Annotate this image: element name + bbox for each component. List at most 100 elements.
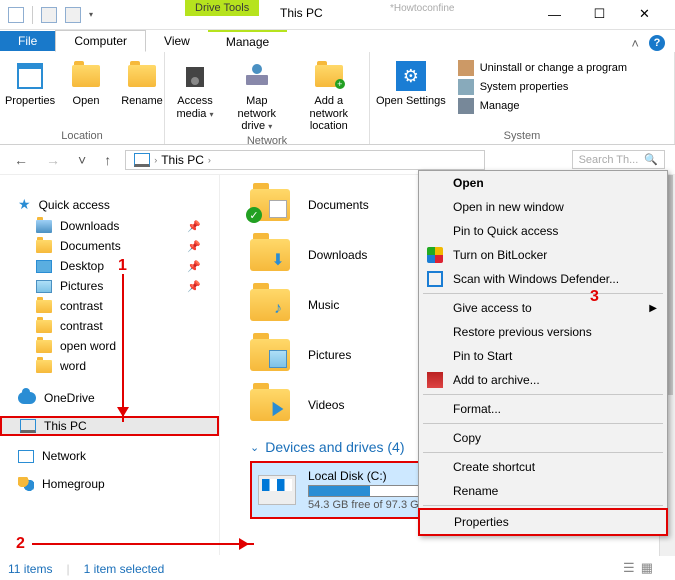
chevron-right-icon: ▶ [649,303,657,314]
manage-icon [458,98,474,114]
nav-onedrive[interactable]: OneDrive [18,388,219,408]
close-button[interactable]: ✕ [622,0,667,28]
ctx-label: Add to archive... [453,373,540,387]
ctx-restore[interactable]: Restore previous versions [419,320,667,344]
add-location-button[interactable]: + Add a network location [295,56,363,133]
ctx-label: Copy [453,431,481,445]
group-network-label: Network [171,133,363,147]
system-list: Uninstall or change a program System pro… [454,56,631,128]
ctx-give-access[interactable]: Give access to▶ [419,296,667,320]
add-location-label: Add a network location [295,95,363,133]
system-properties-button[interactable]: System properties [458,79,627,95]
network-icon [18,450,34,463]
homegroup-icon [18,477,34,491]
chevron-right-icon: › [208,155,211,165]
nav-history-button[interactable]: ˅ [74,152,90,168]
breadcrumb[interactable]: › This PC › [125,150,485,170]
ctx-pin-start[interactable]: Pin to Start [419,344,667,368]
tab-computer[interactable]: Computer [55,30,146,52]
nav-network[interactable]: Network [18,446,219,466]
ctx-pin-quick-access[interactable]: Pin to Quick access [419,219,667,243]
folder-icon [36,360,52,373]
uninstall-program-button[interactable]: Uninstall or change a program [458,60,627,76]
nav-desktop[interactable]: Desktop📌 [18,256,219,276]
ctx-properties[interactable]: Properties [418,508,668,536]
ctx-format[interactable]: Format... [419,397,667,421]
access-media-button[interactable]: Access media ▾ [171,56,219,133]
nav-label: Network [42,449,86,463]
ctx-separator [423,394,663,395]
manage-button[interactable]: Manage [458,98,627,114]
qat-icon-3[interactable] [65,7,81,23]
open-settings-button[interactable]: ⚙ Open Settings [376,56,446,128]
maximize-button[interactable]: ☐ [577,0,622,28]
open-button[interactable]: Open [62,56,110,128]
check-badge-icon: ✓ [246,207,262,223]
nav-forward-button[interactable]: → [42,152,64,168]
ribbon: Properties Open Rename Location Access m… [0,52,675,145]
ctx-bitlocker[interactable]: Turn on BitLocker [419,243,667,267]
nav-pictures[interactable]: Pictures📌 [18,276,219,296]
nav-contrast2[interactable]: contrast [18,316,219,336]
qat-icon-2[interactable] [41,7,57,23]
nav-label: Documents [60,239,121,253]
nav-label: Homegroup [42,477,105,491]
tab-view[interactable]: View [146,31,208,51]
nav-word[interactable]: word [18,356,219,376]
rename-icon [126,60,158,92]
ctx-open-new-window[interactable]: Open in new window [419,195,667,219]
ctx-copy[interactable]: Copy [419,426,667,450]
qat-icon-1[interactable] [8,7,24,23]
ctx-create-shortcut[interactable]: Create shortcut [419,455,667,479]
nav-documents[interactable]: Documents📌 [18,236,219,256]
chevron-down-icon: ⌄ [250,441,259,454]
view-switcher: ☰ ▦ [623,560,653,576]
large-icons-view-icon[interactable]: ▦ [641,560,653,576]
help-icon[interactable]: ? [649,35,665,51]
ctx-defender[interactable]: Scan with Windows Defender... [419,267,667,291]
properties-button[interactable]: Properties [6,56,54,128]
nav-open-word[interactable]: open word [18,336,219,356]
nav-up-button[interactable]: ↑ [100,152,115,168]
nav-downloads[interactable]: Downloads📌 [18,216,219,236]
tab-manage[interactable]: Manage [208,30,287,52]
search-input[interactable]: Search Th... 🔍 [572,150,665,169]
ctx-rename[interactable]: Rename [419,479,667,503]
tab-file[interactable]: File [0,31,55,51]
minimize-button[interactable]: — [532,0,577,28]
map-drive-button[interactable]: Map network drive ▾ [227,56,287,133]
drive-usage-fill [309,486,370,496]
ctx-label: Open [453,176,484,190]
ctx-open[interactable]: Open [419,171,667,195]
ctx-archive[interactable]: Add to archive... [419,368,667,392]
nav-back-button[interactable]: ← [10,152,32,168]
folder-icon: ✓ [250,189,290,221]
folder-icon: ⬇ [250,239,290,271]
nav-homegroup[interactable]: Homegroup [18,474,219,494]
cloud-icon [18,392,36,404]
folder-icon [36,340,52,353]
qat-overflow-icon[interactable]: ▾ [89,10,93,19]
nav-quick-access[interactable]: ★Quick access [18,193,219,216]
folder-icon [36,220,52,233]
breadcrumb-root[interactable]: This PC [161,153,204,167]
drive-tools-contextual-tab[interactable]: Drive Tools [185,0,259,16]
nav-label: Pictures [60,279,103,293]
window-title: This PC [280,6,323,20]
nav-contrast[interactable]: contrast [18,296,219,316]
manage-label: Manage [480,100,520,112]
nav-this-pc[interactable]: This PC [0,416,219,436]
nav-label: word [60,359,86,373]
quick-access-toolbar: ▾ [0,6,101,24]
details-view-icon[interactable]: ☰ [623,560,635,576]
pictures-icon [36,280,52,293]
nav-label: Quick access [39,198,110,212]
ribbon-collapse-icon[interactable]: ˄ [631,36,639,51]
ctx-label: Scan with Windows Defender... [453,272,619,286]
ctx-separator [423,293,663,294]
ctx-label: Format... [453,402,501,416]
rename-button[interactable]: Rename [118,56,166,128]
nav-label: contrast [60,319,103,333]
pc-icon [20,419,36,433]
folder-icon [250,339,290,371]
